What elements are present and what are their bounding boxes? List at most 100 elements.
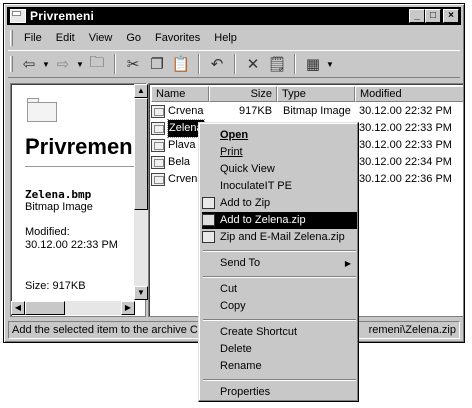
file-modified: 30.12.00 22:34 PM [359,156,452,168]
selected-file-name: Zelena.bmp [25,188,92,201]
minimize-button[interactable]: _ [409,9,425,23]
menu-rename[interactable]: Rename [202,358,357,375]
menu-view[interactable]: View [82,32,120,44]
menu-cut[interactable]: Cut [202,281,357,298]
menu-print-label: Print [220,146,243,158]
menu-print[interactable]: Print [202,144,357,161]
menu-bar: File Edit View Go Favorites Help [8,28,460,48]
forward-arrow-icon[interactable]: ⇨ [52,53,74,75]
toolbar-separator [114,54,116,74]
title-rule [25,166,145,167]
forward-dropdown-icon[interactable]: ▼ [76,53,84,75]
scroll-up-button[interactable]: ▲ [134,84,148,98]
close-button[interactable]: × [443,9,459,23]
views-icon[interactable]: ▦ [302,53,324,75]
menu-send-to[interactable]: Send To ▶ [202,255,357,272]
file-type: Bitmap Image [283,105,351,117]
menu-copy-label: Copy [220,300,246,312]
toolbar: ⇦ ▼ ⇨ ▼ 🗀 ✂ ❐ 📋 ↶ ✕ 🗒 ▦ ▼ [8,50,460,78]
file-size: 917KB [239,105,273,117]
column-header-size[interactable]: Size [209,86,277,102]
menu-rename-label: Rename [220,360,262,372]
submenu-arrow-icon: ▶ [344,259,351,268]
paste-icon[interactable]: 📋 [170,53,192,75]
modified-value: 30.12.00 22:33 PM [25,239,118,251]
modified-label: Modified: [25,226,70,238]
menu-file[interactable]: File [17,32,49,44]
file-modified: 30.12.00 22:36 PM [359,173,452,185]
views-dropdown-icon[interactable]: ▼ [326,53,334,75]
column-header-name[interactable]: Name [151,86,209,102]
file-modified: 30.12.00 22:33 PM [359,122,452,134]
menu-create-shortcut[interactable]: Create Shortcut [202,324,357,341]
winzip-icon [202,231,215,243]
properties-icon[interactable]: 🗒 [266,53,288,75]
menu-add-to-zelena-zip[interactable]: Add to Zelena.zip [202,212,357,229]
file-name: Plava [168,139,196,151]
hscroll-thumb[interactable] [25,301,65,315]
file-modified: 30.12.00 22:33 PM [359,139,452,151]
toolbar-separator [198,54,200,74]
scroll-left-button[interactable]: ◀ [11,301,25,315]
menu-add-to-zip-label: Add to Zip [220,197,271,209]
menu-properties[interactable]: Properties [202,384,357,401]
menu-separator [203,250,356,252]
bitmap-file-icon [151,156,165,169]
menu-inoculate[interactable]: InoculateIT PE [202,178,357,195]
menu-create-shortcut-label: Create Shortcut [220,326,298,338]
menu-add-to-zelena-label: Add to Zelena.zip [220,214,306,226]
copy-icon[interactable]: ❐ [146,53,168,75]
title-bar[interactable]: Privremeni _ □ × [7,7,461,25]
winzip-icon [202,197,215,209]
column-header-modified[interactable]: Modified [355,86,463,102]
bitmap-file-icon [151,105,165,118]
file-name: Bela [168,156,191,168]
bitmap-file-icon [151,139,165,152]
menu-cut-label: Cut [220,283,238,295]
menu-inoculate-label: InoculateIT PE [220,180,292,192]
menu-quick-view-label: Quick View [220,163,275,175]
scroll-down-button[interactable]: ▼ [134,286,148,300]
left-horizontal-scrollbar[interactable]: ◀ ▶ [11,301,135,315]
menu-help[interactable]: Help [207,32,244,44]
menu-open-label: Open [220,129,249,141]
menu-zip-email-label: Zip and E-Mail Zelena.zip [220,231,345,243]
scroll-thumb[interactable] [134,98,148,210]
undo-icon[interactable]: ↶ [206,53,228,75]
selected-file-type: Bitmap Image [25,201,93,213]
column-header-type[interactable]: Type [277,86,355,102]
back-arrow-icon[interactable]: ⇦ [18,53,40,75]
cut-icon[interactable]: ✂ [122,53,144,75]
selected-file-size: Size: 917KB [25,280,86,292]
maximize-button[interactable]: □ [425,9,441,23]
menu-open[interactable]: Open [202,127,357,144]
menu-delete[interactable]: Delete [202,341,357,358]
scroll-right-button[interactable]: ▶ [121,301,135,315]
up-folder-icon[interactable]: 🗀 [86,53,108,75]
delete-icon[interactable]: ✕ [242,53,264,75]
large-folder-icon [27,98,57,122]
menu-add-to-zip[interactable]: Add to Zip [202,195,357,212]
menu-go[interactable]: Go [119,32,148,44]
left-vertical-scrollbar[interactable]: ▲ ▼ [134,84,148,300]
menu-favorites[interactable]: Favorites [148,32,207,44]
menubar-grip [10,30,13,46]
menu-properties-label: Properties [220,386,271,398]
file-name: Crvena [168,105,204,117]
shortcut-file-icon [151,173,165,186]
back-dropdown-icon[interactable]: ▼ [42,53,50,75]
menu-separator [203,276,356,278]
winzip-icon [202,214,215,226]
menu-separator [203,319,356,321]
menu-delete-label: Delete [220,343,252,355]
web-view-pane: Privremeni Zelena.bmp Bitmap Image Modif… [10,83,146,317]
menu-quick-view[interactable]: Quick View [202,161,357,178]
bitmap-file-icon [151,122,165,135]
menu-edit[interactable]: Edit [49,32,82,44]
menu-send-to-label: Send To [220,257,261,269]
menu-separator [203,379,356,381]
file-row[interactable]: Crvena 917KB Bitmap Image 30.12.00 22:32… [151,103,463,120]
toolbar-grip [10,56,13,72]
menu-zip-and-email[interactable]: Zip and E-Mail Zelena.zip [202,229,357,246]
menu-copy[interactable]: Copy [202,298,357,315]
